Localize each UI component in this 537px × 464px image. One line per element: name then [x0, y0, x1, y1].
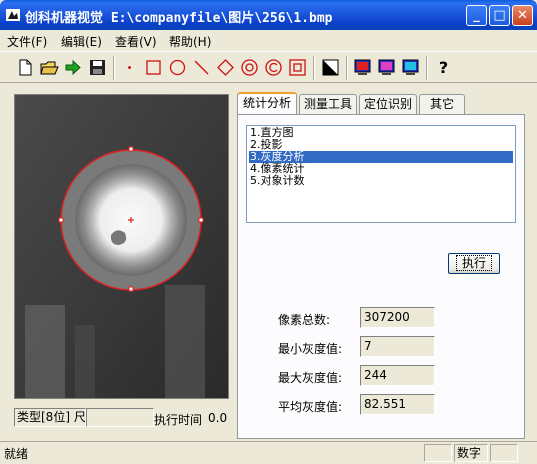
status-pane [490, 444, 518, 462]
diamond-tool-icon[interactable] [214, 56, 237, 79]
total-pixels-label: 像素总数: [278, 313, 331, 327]
open-folder-icon[interactable] [38, 56, 61, 79]
inspection-image [15, 95, 228, 398]
menu-bar: 文件(F) 编辑(E) 查看(V) 帮助(H) [0, 30, 537, 50]
help-icon[interactable]: ? [432, 56, 455, 79]
execute-button[interactable]: 执行 [448, 253, 500, 274]
image-type-info: 类型[8位] 尺 [14, 408, 86, 427]
binarize-icon[interactable] [319, 56, 342, 79]
app-window: 创科机器视觉 E:\companyfile\图片\256\1.bmp _ □ ✕… [0, 0, 537, 464]
image-viewer[interactable] [14, 94, 229, 399]
concentric-circle-tool-icon[interactable] [238, 56, 261, 79]
total-pixels-field: 307200 [360, 307, 435, 328]
monitor-blue-icon[interactable] [375, 56, 398, 79]
title-bar[interactable]: 创科机器视觉 E:\companyfile\图片\256\1.bmp _ □ ✕ [0, 0, 537, 30]
status-numlock: 数字 [454, 444, 488, 462]
menu-edit[interactable]: 编辑(E) [61, 33, 102, 50]
tab-other[interactable]: 其它 [419, 94, 465, 114]
status-bar: 就绪 数字 [0, 441, 537, 464]
toolbar: ? [0, 51, 537, 83]
minimize-button[interactable]: _ [466, 5, 487, 26]
point-tool-icon[interactable] [118, 56, 141, 79]
rectangle-tool-icon[interactable] [142, 56, 165, 79]
tab-measure[interactable]: 测量工具 [299, 94, 357, 114]
arc-tool-icon[interactable] [262, 56, 285, 79]
monitor-red-icon[interactable] [351, 56, 374, 79]
window-title: 创科机器视觉 E:\companyfile\图片\256\1.bmp [25, 11, 333, 26]
image-size-info [86, 408, 154, 427]
app-icon [6, 9, 20, 21]
statistics-tab-page: 1.直方图 2.投影 3.灰度分析 4.像素统计 5.对象计数 执行 像素总数:… [237, 114, 525, 439]
min-gray-field: 7 [360, 336, 435, 357]
new-file-icon[interactable] [14, 56, 37, 79]
exec-time-value: 0.0 [208, 411, 228, 425]
mean-gray-field: 82.551 [360, 394, 435, 415]
execute-button-label: 执行 [455, 255, 492, 271]
client-area: 类型[8位] 尺 执行时间 0.0 统计分析 测量工具 定位识别 其它 1.直方… [4, 86, 533, 439]
ring-rect-tool-icon[interactable] [286, 56, 309, 79]
line-tool-icon[interactable] [190, 56, 213, 79]
max-gray-field: 244 [360, 365, 435, 386]
tab-statistics[interactable]: 统计分析 [237, 92, 297, 114]
menu-file[interactable]: 文件(F) [7, 33, 47, 50]
maximize-button[interactable]: □ [489, 5, 510, 26]
close-button[interactable]: ✕ [512, 5, 533, 26]
list-item[interactable]: 1.直方图 [249, 127, 513, 139]
min-gray-label: 最小灰度值: [278, 342, 343, 356]
menu-view[interactable]: 查看(V) [115, 33, 157, 50]
circle-tool-icon[interactable] [166, 56, 189, 79]
list-item[interactable]: 5.对象计数 [249, 175, 513, 187]
tab-locate[interactable]: 定位识别 [359, 94, 417, 114]
status-ready: 就绪 [4, 447, 29, 461]
max-gray-label: 最大灰度值: [278, 371, 343, 385]
status-pane [424, 444, 452, 462]
exec-time-label: 执行时间 [154, 413, 203, 427]
monitor-cyan-icon[interactable] [399, 56, 422, 79]
analysis-listbox[interactable]: 1.直方图 2.投影 3.灰度分析 4.像素统计 5.对象计数 [246, 125, 516, 223]
mean-gray-label: 平均灰度值: [278, 400, 343, 414]
save-icon[interactable] [86, 56, 109, 79]
menu-help[interactable]: 帮助(H) [169, 33, 211, 50]
run-arrow-icon[interactable] [62, 56, 85, 79]
